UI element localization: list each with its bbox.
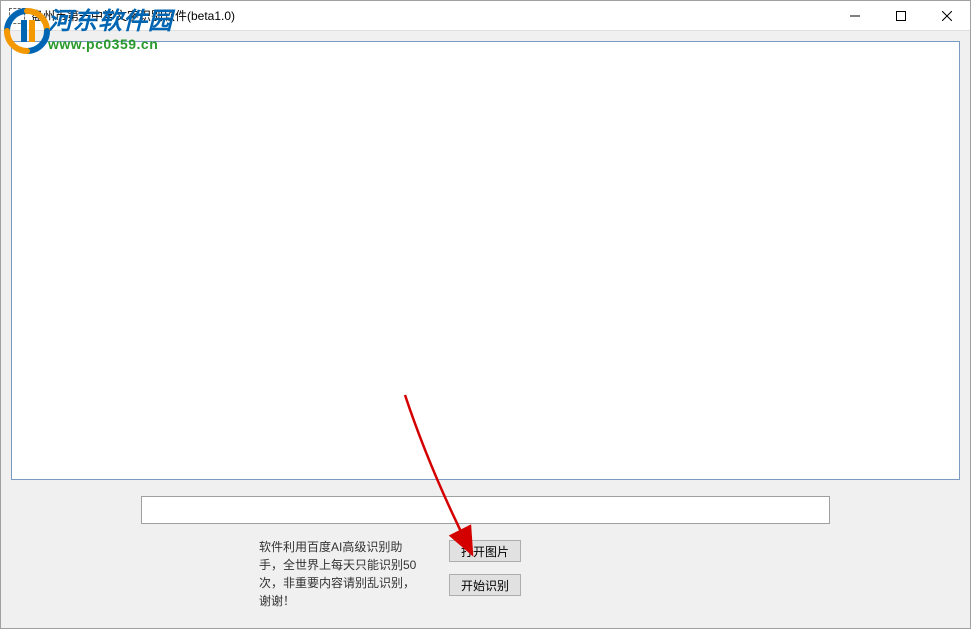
open-image-button[interactable]: 打开图片 [449,540,521,562]
app-window: 盘州市第一中学文字识别软件(beta1.0) 软件利用百度AI高级识别助手，全世… [0,0,971,629]
window-title: 盘州市第一中学文字识别软件(beta1.0) [31,7,832,24]
close-button[interactable] [924,1,970,31]
start-ocr-button[interactable]: 开始识别 [449,574,521,596]
path-input[interactable] [141,496,830,524]
bottom-row: 软件利用百度AI高级识别助手，全世界上每天只能识别50次，非重要内容请别乱识别，… [11,538,960,618]
image-preview-area [11,41,960,480]
maximize-button[interactable] [878,1,924,31]
minimize-button[interactable] [832,1,878,31]
window-controls [832,1,970,30]
client-area: 软件利用百度AI高级识别助手，全世界上每天只能识别50次，非重要内容请别乱识别，… [1,31,970,628]
app-icon [9,8,25,24]
notice-text: 软件利用百度AI高级识别助手，全世界上每天只能识别50次，非重要内容请别乱识别，… [259,538,419,610]
minimize-icon [850,11,860,21]
close-icon [942,11,952,21]
textbox-row [141,496,830,524]
button-column: 打开图片 开始识别 [449,538,521,596]
maximize-icon [896,11,906,21]
titlebar: 盘州市第一中学文字识别软件(beta1.0) [1,1,970,31]
